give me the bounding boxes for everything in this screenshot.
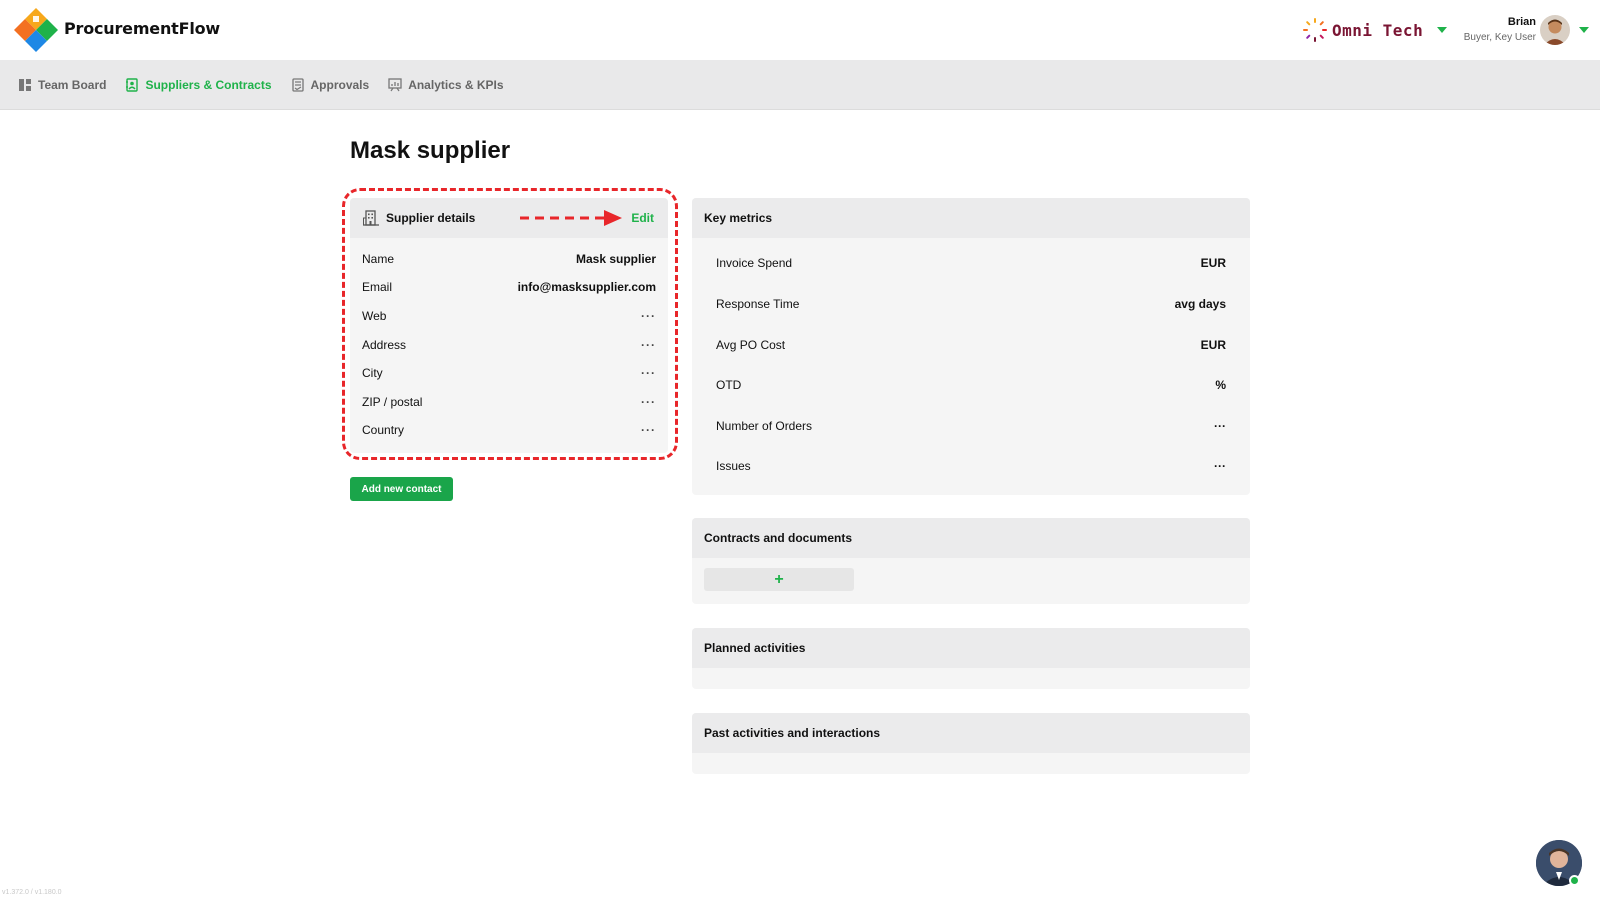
app-logo-icon[interactable] — [14, 8, 58, 52]
metric-row-avg-po-cost: Avg PO Cost EUR — [716, 336, 1226, 354]
detail-label: Name — [362, 252, 395, 266]
nav-item-label: Suppliers & Contracts — [145, 77, 272, 92]
metric-label: Avg PO Cost — [716, 338, 786, 352]
nav-item-analytics-kpis[interactable]: Analytics & KPIs — [388, 77, 504, 92]
detail-value: ··· — [641, 338, 656, 352]
detail-row-country: Country ··· — [362, 421, 656, 439]
metric-row-issues: Issues ··· — [716, 457, 1226, 475]
planned-activities-title: Planned activities — [704, 641, 806, 655]
detail-value: ··· — [641, 309, 656, 323]
user-menu[interactable]: Brian Buyer, Key User — [1458, 14, 1598, 48]
nav-item-label: Team Board — [38, 77, 107, 92]
metric-label: Invoice Spend — [716, 256, 793, 270]
metric-value: ··· — [1214, 459, 1226, 473]
past-activities-title: Past activities and interactions — [704, 726, 881, 740]
contracts-header: Contracts and documents — [692, 518, 1250, 558]
add-new-contact-button[interactable]: Add new contact — [350, 477, 453, 501]
planned-activities-card: Planned activities — [692, 628, 1250, 689]
detail-label: City — [362, 366, 383, 380]
detail-label: Web — [362, 309, 387, 323]
nav-item-label: Approvals — [310, 77, 370, 92]
metric-value: ··· — [1214, 419, 1226, 433]
detail-value: ··· — [641, 366, 656, 380]
avatar — [1540, 15, 1570, 45]
detail-row-city: City ··· — [362, 364, 656, 382]
detail-label: Country — [362, 423, 405, 437]
app-header: ProcurementFlow Omni Tech Brian Buyer, K… — [0, 0, 1600, 60]
metric-label: Number of Orders — [716, 419, 813, 433]
nav-item-suppliers-contracts[interactable]: Suppliers & Contracts — [125, 77, 272, 92]
detail-row-address: Address ··· — [362, 336, 656, 354]
metric-value: EUR — [1200, 338, 1226, 352]
metric-label: OTD — [716, 378, 742, 392]
page-title: Mask supplier — [350, 137, 511, 164]
main-nav: Team Board Suppliers & Contracts Approva… — [0, 60, 1600, 110]
add-document-button[interactable]: + — [704, 568, 854, 591]
contracts-documents-card: Contracts and documents + — [692, 518, 1250, 604]
detail-row-web: Web ··· — [362, 307, 656, 325]
metric-row-otd: OTD % — [716, 376, 1226, 394]
detail-value: info@masksupplier.com — [517, 280, 656, 294]
nav-item-approvals[interactable]: Approvals — [291, 77, 370, 92]
metric-row-response-time: Response Time avg days — [716, 295, 1226, 313]
dashboard-icon — [19, 78, 31, 91]
past-activities-header: Past activities and interactions — [692, 713, 1250, 753]
past-activities-card: Past activities and interactions — [692, 713, 1250, 774]
company-switcher[interactable]: Omni Tech — [1302, 14, 1448, 46]
detail-row-name: Name Mask supplier — [362, 250, 656, 268]
contacts-book-icon — [126, 77, 139, 92]
online-status-indicator — [1569, 875, 1580, 886]
nav-item-team-board[interactable]: Team Board — [18, 78, 106, 92]
user-name: Brian — [1507, 16, 1536, 28]
supplier-details-title: Supplier details — [386, 211, 476, 225]
company-logo-icon — [1303, 18, 1327, 42]
detail-label: Email — [362, 280, 393, 294]
approval-document-icon — [291, 77, 304, 92]
detail-label: Address — [362, 338, 407, 352]
detail-row-zip: ZIP / postal ··· — [362, 393, 656, 411]
metric-value: avg days — [1174, 297, 1226, 311]
metric-label: Response Time — [716, 297, 800, 311]
user-role: Buyer, Key User — [1463, 32, 1536, 43]
metric-label: Issues — [716, 459, 751, 473]
supplier-details-card: Supplier details Edit Name Mask supplier… — [350, 198, 668, 453]
detail-value: ··· — [641, 423, 656, 437]
building-icon — [363, 210, 379, 226]
chevron-down-icon — [1579, 27, 1589, 33]
detail-label: ZIP / postal — [362, 395, 423, 409]
company-name: Omni Tech — [1332, 20, 1424, 40]
nav-item-label: Analytics & KPIs — [408, 77, 504, 92]
app-brand-name[interactable]: ProcurementFlow — [64, 19, 220, 38]
chevron-down-icon — [1437, 27, 1448, 33]
metric-row-number-of-orders: Number of Orders ··· — [716, 417, 1226, 435]
metric-value: EUR — [1200, 256, 1226, 270]
detail-value: ··· — [641, 395, 656, 409]
analytics-chart-icon — [388, 77, 402, 91]
key-metrics-card: Key metrics Invoice Spend EUR Response T… — [692, 198, 1250, 495]
key-metrics-header: Key metrics — [692, 198, 1250, 238]
metric-value: % — [1215, 378, 1226, 392]
detail-value: Mask supplier — [575, 252, 656, 266]
planned-activities-header: Planned activities — [692, 628, 1250, 668]
edit-button[interactable]: Edit — [631, 211, 654, 225]
app-version: v1.372.0 / v1.180.0 — [2, 889, 62, 896]
contracts-title: Contracts and documents — [704, 531, 853, 545]
annotation-arrow-icon — [520, 210, 622, 226]
metric-row-invoice-spend: Invoice Spend EUR — [716, 254, 1226, 272]
detail-row-email: Email info@masksupplier.com — [362, 278, 656, 296]
key-metrics-title: Key metrics — [704, 211, 773, 225]
